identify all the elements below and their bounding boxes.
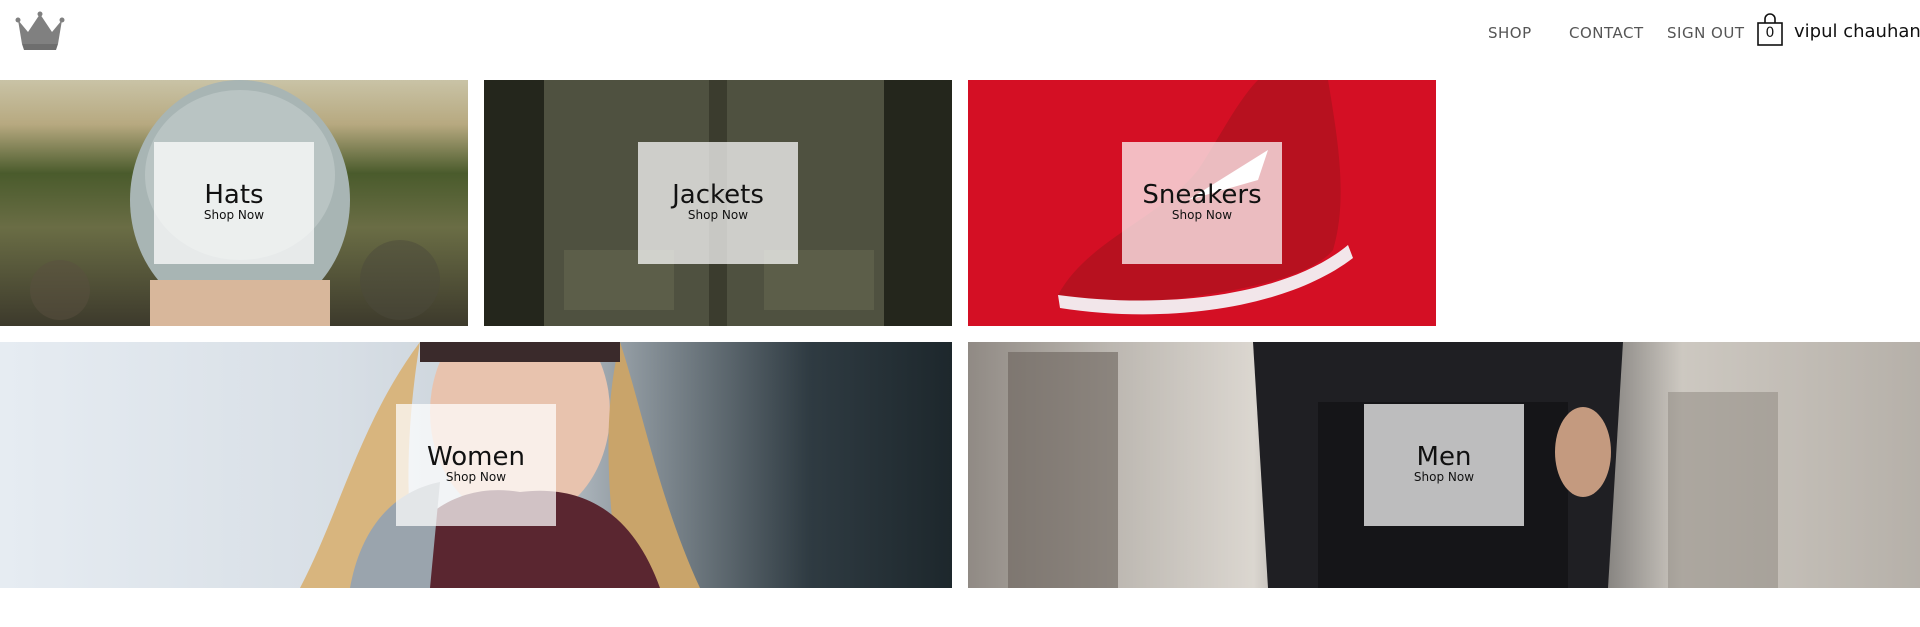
nav-shop-link[interactable]: SHOP — [1488, 24, 1532, 42]
nav-sign-out-link[interactable]: SIGN OUT — [1667, 24, 1745, 42]
category-label-box: Men Shop Now — [1364, 404, 1524, 526]
nav-contact-link[interactable]: CONTACT — [1569, 24, 1644, 42]
cart-button[interactable]: 0 — [1756, 13, 1784, 47]
category-title: Women — [427, 442, 525, 472]
category-label-box: Sneakers Shop Now — [1122, 142, 1282, 264]
user-name: vipul chauhan — [1794, 21, 1920, 42]
category-tile-hats[interactable]: Hats Shop Now — [0, 80, 468, 326]
category-title: Hats — [204, 180, 264, 210]
category-tile-men[interactable]: Men Shop Now — [968, 342, 1920, 588]
shop-now-link[interactable]: Shop Now — [1122, 208, 1282, 222]
category-label-box: Jackets Shop Now — [638, 142, 798, 264]
shop-now-link[interactable]: Shop Now — [1364, 470, 1524, 484]
shop-now-link[interactable]: Shop Now — [154, 208, 314, 222]
shop-now-link[interactable]: Shop Now — [638, 208, 798, 222]
category-tile-sneakers[interactable]: Sneakers Shop Now — [968, 80, 1436, 326]
category-tile-women[interactable]: Women Shop Now — [0, 342, 952, 588]
shop-now-link[interactable]: Shop Now — [396, 470, 556, 484]
category-tile-jackets[interactable]: Jackets Shop Now — [484, 80, 952, 326]
category-label-box: Women Shop Now — [396, 404, 556, 526]
category-title: Jackets — [672, 180, 764, 210]
crown-logo-icon[interactable] — [14, 10, 66, 52]
cart-count: 0 — [1765, 25, 1775, 41]
header: SHOP CONTACT SIGN OUT 0 vipul chauhan — [0, 0, 1920, 64]
category-title: Men — [1416, 442, 1472, 472]
category-title: Sneakers — [1142, 180, 1262, 210]
category-label-box: Hats Shop Now — [154, 142, 314, 264]
